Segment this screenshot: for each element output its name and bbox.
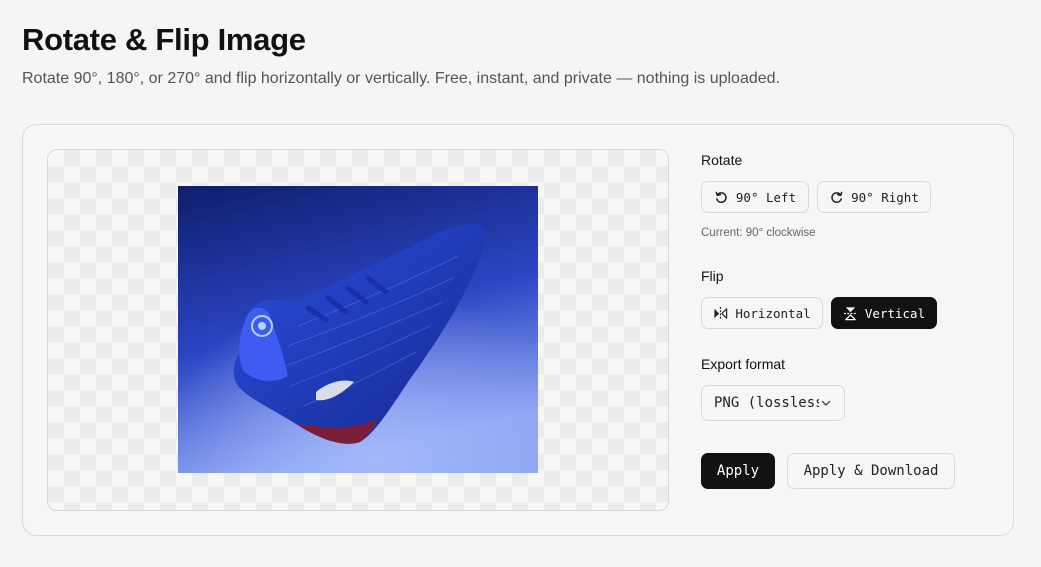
page-subtitle: Rotate 90°, 180°, or 270° and flip horiz…	[22, 70, 780, 87]
flip-horizontal-label: Horizontal	[735, 305, 811, 321]
export-format-value: PNG (lossless)	[714, 395, 819, 411]
rotate-left-icon	[715, 191, 727, 203]
flip-horizontal-icon	[714, 306, 728, 320]
apply-button[interactable]: Apply	[701, 453, 775, 489]
flip-horizontal-button[interactable]: Horizontal	[701, 297, 823, 329]
flip-vertical-button[interactable]: Vertical	[831, 297, 937, 329]
rotate-flip-page: Rotate & Flip Image Rotate 90°, 180°, or…	[0, 0, 1041, 567]
rotate-right-icon	[831, 191, 843, 203]
export-format-select[interactable]: PNG (lossless)	[701, 385, 845, 421]
image-preview	[47, 149, 669, 511]
rotate-right-label: 90° Right	[851, 189, 919, 205]
chevron-down-icon	[821, 400, 831, 406]
flip-label: Flip	[701, 268, 724, 284]
rotate-label: Rotate	[701, 152, 743, 168]
rotate-right-button[interactable]: 90° Right	[817, 181, 931, 213]
export-format-label: Export format	[701, 356, 786, 372]
flip-vertical-icon	[843, 306, 857, 320]
flip-vertical-label: Vertical	[864, 305, 926, 321]
shoe-photo	[178, 186, 538, 473]
page-title: Rotate & Flip Image	[22, 22, 306, 57]
rotate-left-label: 90° Left	[735, 189, 797, 205]
rotate-left-button[interactable]: 90° Left	[701, 181, 809, 213]
editor-card: Rotate 90° Left 90° Right Current: 90° c…	[22, 124, 1014, 536]
rotation-status: Current: 90° clockwise	[701, 227, 816, 239]
apply-download-button[interactable]: Apply & Download	[787, 453, 955, 489]
